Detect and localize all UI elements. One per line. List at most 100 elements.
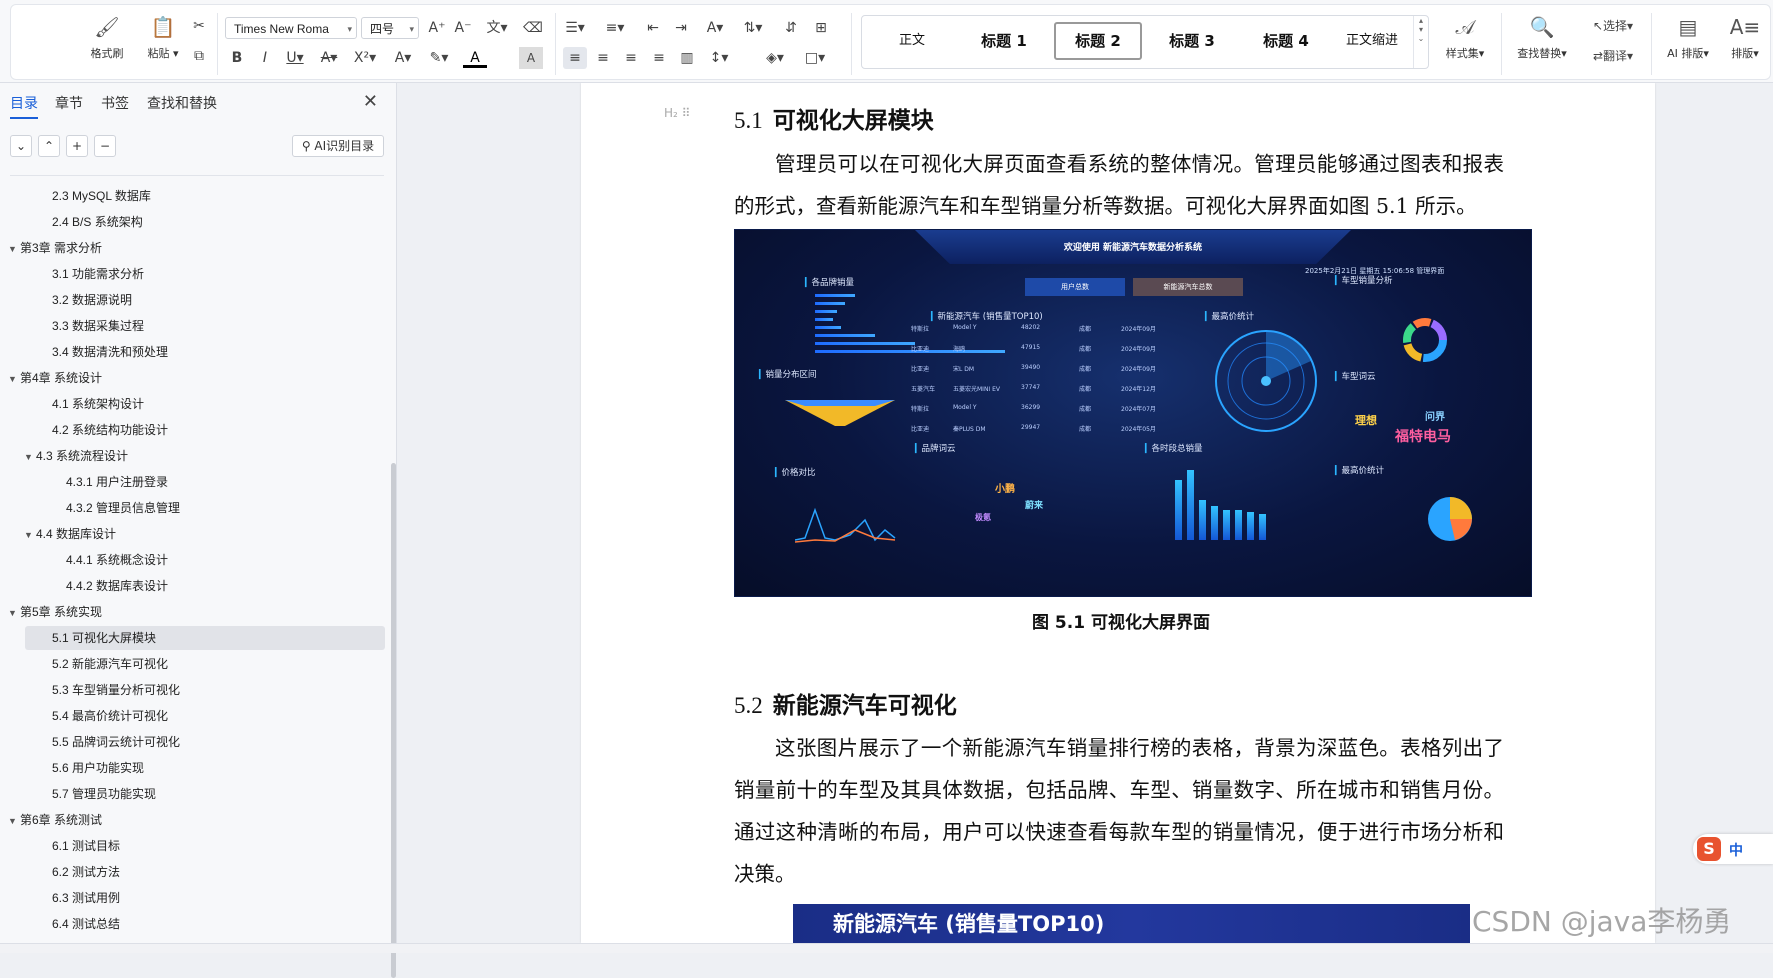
align-center-icon[interactable]: ≡: [591, 47, 615, 69]
chinese-layout-icon[interactable]: A▾: [703, 17, 727, 39]
select-button[interactable]: ↖选择▾: [1583, 15, 1643, 37]
format-painter-button[interactable]: 🖌 格式刷: [83, 13, 131, 61]
toc-item[interactable]: 5.1 可视化大屏模块: [52, 626, 156, 650]
toc-item[interactable]: ▼ 4.3 系统流程设计: [24, 444, 128, 468]
text-effect-icon[interactable]: A▾: [391, 47, 415, 69]
bar: [815, 334, 875, 337]
toc-item[interactable]: 3.4 数据清洗和预处理: [52, 340, 168, 364]
translate-button[interactable]: ⇄翻译▾: [1583, 45, 1643, 67]
cut-icon[interactable]: ✂: [187, 15, 211, 37]
style-normal[interactable]: 正文: [868, 22, 956, 60]
nav-scrollbar[interactable]: [391, 463, 396, 978]
ime-indicator[interactable]: S 中: [1693, 834, 1773, 864]
paste-button[interactable]: 📋 粘贴 ▾: [139, 13, 187, 61]
toc-item[interactable]: 4.4.2 数据库表设计: [66, 574, 168, 598]
toc-item[interactable]: 4.1 系统架构设计: [52, 392, 144, 416]
style-heading-2[interactable]: 标题 2: [1054, 22, 1142, 60]
expand-toggle-icon[interactable]: ▼: [8, 367, 20, 391]
expand-toggle-icon[interactable]: ▼: [8, 601, 20, 625]
strikethrough-icon[interactable]: A▾: [317, 47, 341, 69]
toc-item[interactable]: 2.3 MySQL 数据库: [52, 184, 151, 208]
toc-item[interactable]: 6.4 测试总结: [52, 912, 120, 936]
border-icon[interactable]: □▾: [803, 47, 827, 69]
eraser-icon[interactable]: ⌫: [521, 17, 545, 39]
find-replace-button[interactable]: 🔍 查找替换▾: [1511, 13, 1573, 61]
toc-item[interactable]: 4.4.1 系统概念设计: [66, 548, 168, 572]
toc-item[interactable]: ▼ 第5章 系统实现: [8, 600, 102, 624]
chevron-up-icon[interactable]: ⌃: [38, 135, 60, 157]
font-size-select[interactable]: 四号 ▾: [361, 17, 419, 39]
bold-icon[interactable]: B: [225, 47, 249, 69]
style-heading-4[interactable]: 标题 4: [1242, 22, 1330, 60]
grow-font-icon[interactable]: A⁺: [425, 17, 449, 39]
char-shading-icon[interactable]: A: [519, 47, 543, 69]
decrease-indent-icon[interactable]: ⇤: [641, 17, 665, 39]
toc-item-label: 3.2 数据源说明: [52, 293, 133, 307]
align-right-icon[interactable]: ≡: [619, 47, 643, 69]
tab-chapters[interactable]: 章节: [55, 93, 83, 113]
toc-item[interactable]: ▼ 第6章 系统测试: [8, 808, 102, 832]
toc-item[interactable]: 3.2 数据源说明: [52, 288, 132, 312]
toc-item[interactable]: 2.4 B/S 系统架构: [52, 210, 143, 234]
align-left-icon[interactable]: ≡: [563, 47, 587, 69]
justify-icon[interactable]: ≡: [647, 47, 671, 69]
layout-button[interactable]: A≡ 排版▾: [1721, 13, 1769, 61]
superscript-icon[interactable]: X²▾: [353, 47, 377, 69]
close-icon[interactable]: ✕: [363, 91, 378, 112]
font-name-select[interactable]: Times New Roma ▾: [225, 17, 357, 39]
increase-indent-icon[interactable]: ⇥: [669, 17, 693, 39]
highlight-icon[interactable]: ✎▾: [427, 47, 451, 69]
tab-toc[interactable]: 目录: [10, 93, 38, 119]
numbered-list-icon[interactable]: ≡▾: [603, 17, 627, 39]
word-cloud-item: 蔚来: [1025, 501, 1044, 511]
shading-icon[interactable]: ◈▾: [763, 47, 787, 69]
paragraph-handle-icon[interactable]: H₂ ⠿: [664, 106, 690, 120]
style-heading-1[interactable]: 标题 1: [960, 22, 1048, 60]
toc-item[interactable]: ▼ 第4章 系统设计: [8, 366, 102, 390]
toc-item[interactable]: 5.2 新能源汽车可视化: [52, 652, 168, 676]
toc-item[interactable]: 6.1 测试目标: [52, 834, 120, 858]
toc-item[interactable]: 5.7 管理员功能实现: [52, 782, 156, 806]
ai-layout-button[interactable]: ▤ AI 排版▾: [1659, 13, 1717, 61]
sort-icon[interactable]: ⇅▾: [741, 17, 765, 39]
toc-item[interactable]: 5.5 品牌词云统计可视化: [52, 730, 180, 754]
gallery-scroll[interactable]: ▴ ▾ ⌄: [1413, 16, 1428, 68]
add-icon[interactable]: +: [66, 135, 88, 157]
bullet-list-icon[interactable]: ☰▾: [563, 17, 587, 39]
expand-toggle-icon[interactable]: ▼: [8, 809, 20, 833]
toc-item[interactable]: 5.3 车型销量分析可视化: [52, 678, 180, 702]
show-marks-icon[interactable]: ⊞: [809, 17, 833, 39]
toc-item[interactable]: 4.3.1 用户注册登录: [66, 470, 168, 494]
copy-icon[interactable]: ⧉: [187, 45, 211, 67]
line-spacing-icon[interactable]: ↕▾: [707, 47, 731, 69]
toc-item[interactable]: 6.3 测试用例: [52, 886, 120, 910]
expand-toggle-icon[interactable]: ▼: [24, 523, 36, 547]
toc-item[interactable]: 3.3 数据采集过程: [52, 314, 144, 338]
toc-item[interactable]: ▼ 第3章 需求分析: [8, 236, 102, 260]
toc-item[interactable]: 6.2 测试方法: [52, 860, 120, 884]
phonetic-icon[interactable]: 文▾: [485, 17, 509, 39]
toc-item[interactable]: 4.3.2 管理员信息管理: [66, 496, 180, 520]
distributed-icon[interactable]: ▥: [675, 47, 699, 69]
underline-icon[interactable]: U▾: [283, 47, 307, 69]
shrink-font-icon[interactable]: A⁻: [451, 17, 475, 39]
ai-toc-button[interactable]: ⚲ AI识别目录: [292, 135, 384, 157]
toc-item-label: 4.1 系统架构设计: [52, 397, 145, 411]
italic-icon[interactable]: I: [253, 47, 277, 69]
sort-az-icon[interactable]: ⇵: [779, 17, 803, 39]
style-set-button[interactable]: 𝒜 样式集▾: [1441, 13, 1489, 61]
chevron-down-icon[interactable]: ⌄: [10, 135, 32, 157]
expand-toggle-icon[interactable]: ▼: [8, 237, 20, 261]
style-heading-3[interactable]: 标题 3: [1148, 22, 1236, 60]
tab-bookmarks[interactable]: 书签: [101, 93, 129, 113]
toc-item[interactable]: ▼ 4.4 数据库设计: [24, 522, 116, 546]
toc-item[interactable]: 3.1 功能需求分析: [52, 262, 144, 286]
toc-item[interactable]: 4.2 系统结构功能设计: [52, 418, 168, 442]
style-body-indent[interactable]: 正文缩进: [1328, 22, 1416, 60]
toc-item[interactable]: 5.4 最高价统计可视化: [52, 704, 168, 728]
expand-toggle-icon[interactable]: ▼: [24, 445, 36, 469]
tab-find-replace[interactable]: 查找和替换: [147, 93, 217, 113]
remove-icon[interactable]: −: [94, 135, 116, 157]
font-color-icon[interactable]: A: [463, 47, 487, 68]
toc-item[interactable]: 5.6 用户功能实现: [52, 756, 144, 780]
